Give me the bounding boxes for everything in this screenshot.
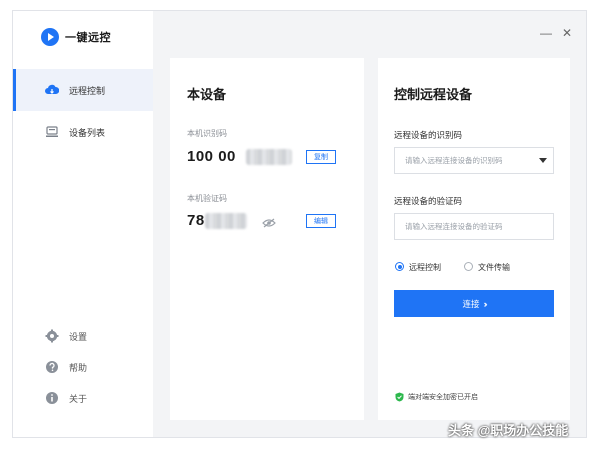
sidebar-item-label: 远程控制 [69, 85, 106, 96]
help-icon [45, 360, 59, 374]
sidebar: 一键远控 远程控制 设备列表 设置 帮助 关于 [13, 11, 153, 437]
sidebar-item-label: 设备列表 [69, 127, 106, 138]
sidebar-item-label: 帮助 [69, 362, 88, 373]
mode-remote-control-radio[interactable] [395, 262, 404, 271]
remote-device-panel: 控制远程设备 远程设备的识别码 远程设备的验证码 远程控制 文件传输 连接 ››… [378, 58, 570, 420]
brand: 一键远控 [41, 27, 111, 47]
mode-remote-control-label[interactable]: 远程控制 [409, 262, 441, 273]
sidebar-item-about[interactable]: 关于 [13, 377, 153, 419]
info-icon [45, 391, 59, 405]
device-code-value: 78 [187, 212, 205, 229]
play-logo-icon [41, 28, 59, 46]
app-window: 一键远控 远程控制 设备列表 设置 帮助 关于 — ✕ 本设备 本机识别码 10… [12, 10, 587, 438]
remote-code-input[interactable] [394, 213, 554, 240]
minimize-button[interactable]: — [540, 27, 552, 39]
remote-panel-title: 控制远程设备 [394, 87, 473, 102]
remote-code-label: 远程设备的验证码 [394, 196, 463, 206]
watermark-text: 头条 @职场办公技能 [448, 423, 569, 438]
sidebar-item-label: 关于 [69, 393, 88, 404]
shield-check-icon [395, 392, 404, 402]
mode-file-transfer-radio[interactable] [464, 262, 473, 271]
gear-icon [45, 329, 59, 343]
device-list-icon [45, 125, 59, 139]
device-id-value: 100 00 [187, 148, 236, 165]
device-code-redaction [205, 213, 247, 229]
security-note-text: 端对端安全加密已开启 [408, 394, 478, 401]
double-chevron-right-icon: ›› [483, 298, 488, 309]
app-name: 一键远控 [65, 32, 111, 44]
this-device-panel: 本设备 本机识别码 100 00 复制 本机验证码 78 编辑 [170, 58, 364, 420]
chevron-down-icon[interactable] [539, 158, 547, 163]
cloud-remote-icon [45, 83, 60, 97]
sidebar-item-device-list[interactable]: 设备列表 [13, 111, 153, 153]
eye-hidden-icon[interactable] [262, 215, 276, 228]
sidebar-item-label: 设置 [69, 331, 88, 342]
device-id-redaction [246, 149, 292, 165]
security-note: 端对端安全加密已开启 [395, 392, 478, 402]
remote-id-input[interactable] [394, 147, 554, 174]
remote-id-label: 远程设备的识别码 [394, 130, 463, 140]
edit-button[interactable]: 编辑 [306, 214, 336, 228]
sidebar-item-remote-control[interactable]: 远程控制 [13, 69, 153, 111]
copy-button[interactable]: 复制 [306, 150, 336, 164]
connect-button[interactable]: 连接 ›› [394, 290, 554, 317]
device-code-label: 本机验证码 [187, 194, 227, 203]
mode-file-transfer-label[interactable]: 文件传输 [478, 262, 510, 273]
close-button[interactable]: ✕ [562, 27, 572, 39]
this-device-title: 本设备 [187, 87, 227, 102]
connect-button-label: 连接 [462, 298, 480, 309]
device-id-label: 本机识别码 [187, 129, 227, 138]
